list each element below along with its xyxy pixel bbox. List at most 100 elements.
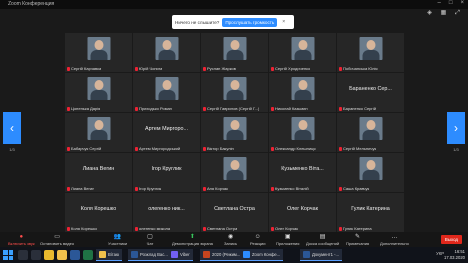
participant-tile[interactable]: Светлана Остра Светлана Остра bbox=[201, 193, 268, 232]
participant-tile[interactable]: Гулик Катерина Гулик Катерина bbox=[337, 193, 404, 232]
mic-muted-icon bbox=[271, 186, 274, 191]
taskbar-app-label: 2020 (Режим... bbox=[212, 252, 241, 257]
participant-name: Побочанська Юлія bbox=[343, 66, 378, 71]
previous-page-button[interactable]: ‹ 1/3 bbox=[3, 112, 21, 152]
unmute-button[interactable]: ● Включить звук bbox=[8, 233, 35, 247]
taskbar-app[interactable]: Вітаю bbox=[96, 249, 123, 261]
mic-muted-icon bbox=[135, 146, 138, 151]
apps-button[interactable]: ▣ Приложения bbox=[276, 233, 299, 246]
title-bar: Zoom Конференция – □ × bbox=[0, 0, 468, 9]
participant-name-label: Побочанська Юлія bbox=[339, 66, 378, 71]
minimize-icon[interactable]: – bbox=[438, 0, 441, 6]
maximize-icon[interactable]: □ bbox=[449, 0, 453, 6]
app-icon bbox=[171, 251, 178, 258]
participant-tile[interactable]: Артем Миргоро... Артем Миргородський bbox=[133, 113, 200, 152]
start-button[interactable] bbox=[3, 250, 13, 260]
participant-tile[interactable]: Юрій Чопига bbox=[133, 33, 200, 72]
gallery-view-icon[interactable]: ▦ bbox=[439, 10, 448, 17]
participant-video bbox=[87, 77, 110, 100]
participant-tile[interactable]: Олександр Клешниця bbox=[269, 113, 336, 152]
excel-icon[interactable] bbox=[83, 250, 93, 260]
participant-tile[interactable]: Николай Казьмин bbox=[269, 73, 336, 112]
participant-tile[interactable]: Олег Корчак Олег Корчак bbox=[269, 193, 336, 232]
record-button[interactable]: ◉ Запись bbox=[224, 233, 237, 246]
chat-icon: ▢ bbox=[147, 234, 153, 240]
participant-tile[interactable]: Руслан Жарков bbox=[201, 33, 268, 72]
notes-button[interactable]: ✎ Примечания bbox=[346, 233, 369, 246]
mic-muted-icon bbox=[203, 186, 206, 191]
participant-name-label: Олександр Клешниця bbox=[271, 146, 316, 151]
clock[interactable]: 16:51 17.03.2020 bbox=[444, 249, 465, 261]
participant-tile[interactable]: Бабарчук Сергій bbox=[65, 113, 132, 152]
next-page-button[interactable]: › 1/3 bbox=[447, 112, 465, 152]
stop-video-button[interactable]: ▭ Остановить видео bbox=[40, 233, 74, 246]
taskbar-app[interactable]: 2020 (Режим... bbox=[200, 249, 244, 261]
participants-button[interactable]: 👥 Участники bbox=[108, 233, 127, 246]
reactions-icon: ☺ bbox=[254, 233, 261, 240]
chevron-right-icon: › bbox=[454, 121, 458, 135]
participant-name: Руслан Жарков bbox=[207, 66, 236, 71]
chrome-icon[interactable] bbox=[44, 250, 54, 260]
mic-muted-icon bbox=[203, 66, 206, 71]
explorer-icon[interactable] bbox=[57, 250, 67, 260]
participant-name-label: Цопенька Дарія bbox=[67, 106, 100, 111]
participant-tile[interactable]: Сергій Мельничук bbox=[337, 113, 404, 152]
participant-name: Приходько Роман bbox=[139, 106, 172, 111]
participant-tile[interactable]: Лиана Вегин Лиана Вегин bbox=[65, 153, 132, 192]
participant-name-label: Приходько Роман bbox=[135, 106, 172, 111]
participant-video bbox=[155, 37, 178, 60]
window-controls: – □ × bbox=[438, 0, 464, 6]
participant-tile[interactable]: Ігор Круглик Ігор Круглик bbox=[133, 153, 200, 192]
taskbar-app[interactable]: Розклад Вас... bbox=[128, 249, 171, 261]
taskbar-app[interactable]: Zoom Конфе... bbox=[240, 249, 284, 261]
participant-tile[interactable]: Аня Корчак bbox=[201, 153, 268, 192]
app-icon bbox=[303, 251, 310, 258]
participant-video bbox=[291, 117, 314, 140]
participant-name-label: Николай Казьмин bbox=[271, 106, 308, 111]
word-icon[interactable] bbox=[70, 250, 80, 260]
participant-tile[interactable]: Кузьменко Вітa... Кузьменко Віталій bbox=[269, 153, 336, 192]
participant-name-label: Коля Корешко bbox=[67, 226, 97, 231]
participant-tile[interactable]: Цопенька Дарія bbox=[65, 73, 132, 112]
shield-icon[interactable]: ◈ bbox=[425, 10, 434, 17]
test-audio-button[interactable]: Прослушать громкость bbox=[222, 17, 278, 27]
participant-tile[interactable]: Побочанська Юлія bbox=[337, 33, 404, 72]
language-indicator[interactable]: УКР bbox=[436, 251, 444, 256]
participant-tile[interactable]: олегенко ник... олегенко микола bbox=[133, 193, 200, 232]
participant-name: Сергій Мельничук bbox=[343, 146, 377, 151]
close-window-icon[interactable]: × bbox=[460, 0, 464, 6]
participant-tile[interactable]: Віктор Бакулін bbox=[201, 113, 268, 152]
participant-tile[interactable]: Коля Корешко Коля Корешко bbox=[65, 193, 132, 232]
fullscreen-icon[interactable]: ⤢ bbox=[453, 10, 462, 17]
participant-tile[interactable]: Сергій Гаврилов (Сергій Г...) bbox=[201, 73, 268, 112]
whiteboard-button[interactable]: ▤ Доска сообщений bbox=[306, 233, 339, 246]
reactions-button[interactable]: ☺ Реакции bbox=[250, 233, 265, 247]
participant-video bbox=[223, 77, 246, 100]
page-indicator-right: 1/3 bbox=[453, 147, 459, 152]
app-icon bbox=[243, 251, 250, 258]
share-screen-button[interactable]: ⬆ Демонстрация экрана bbox=[172, 233, 213, 246]
share-screen-icon: ⬆ bbox=[189, 234, 195, 240]
chat-button[interactable]: ▢ Чат bbox=[146, 233, 154, 246]
participant-tile[interactable]: Приходько Роман bbox=[133, 73, 200, 112]
participant-tile[interactable]: Сергій Хродиченко bbox=[269, 33, 336, 72]
participant-display-name: Бараненко Сер... bbox=[349, 86, 392, 92]
task-view-icon[interactable] bbox=[31, 250, 41, 260]
search-icon[interactable] bbox=[18, 250, 28, 260]
mic-muted-icon bbox=[339, 146, 342, 151]
audio-prompt: Ничего не слышите? Прослушать громкость … bbox=[172, 15, 294, 29]
participant-tile[interactable]: Саша Кравчук bbox=[337, 153, 404, 192]
participant-tile[interactable]: Сергій Карчавка bbox=[65, 33, 132, 72]
leave-meeting-button[interactable]: Выход bbox=[440, 235, 462, 244]
participant-display-name: Кузьменко Вітa... bbox=[281, 166, 324, 172]
participant-name-label: Артем Миргородський bbox=[135, 146, 180, 151]
app-icon bbox=[203, 251, 210, 258]
participant-name: Светлана Остра bbox=[207, 226, 238, 231]
more-button[interactable]: … Дополнительно bbox=[380, 233, 409, 247]
close-prompt-icon[interactable]: × bbox=[282, 19, 285, 25]
participant-video bbox=[359, 117, 382, 140]
taskbar-app[interactable]: Документ1 -... bbox=[300, 249, 342, 261]
participant-name: Юрій Чопига bbox=[139, 66, 163, 71]
taskbar-app[interactable]: Viber bbox=[168, 249, 193, 261]
participant-tile[interactable]: Бараненко Сер... Бараненко Сергій bbox=[337, 73, 404, 112]
